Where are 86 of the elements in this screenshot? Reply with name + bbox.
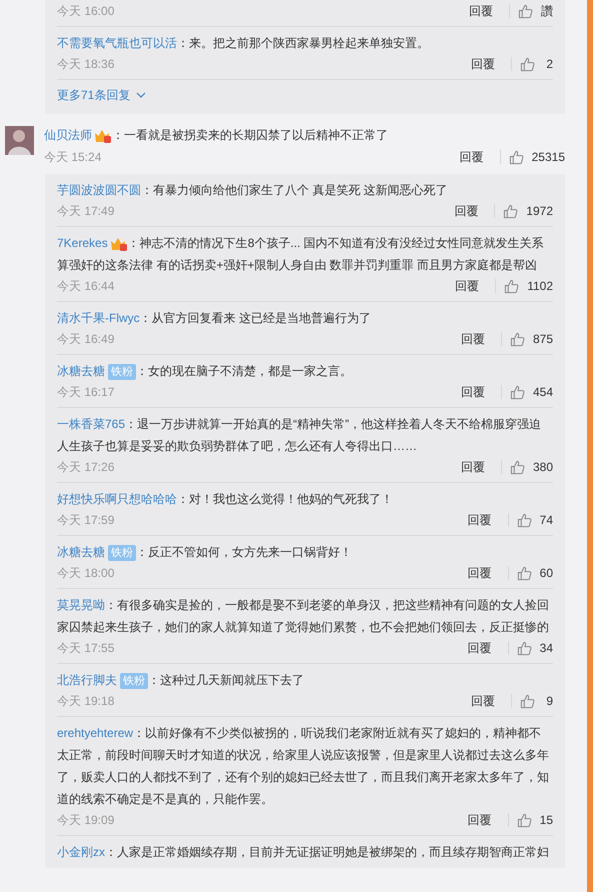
timestamp: 今天 16:49	[57, 331, 114, 348]
reply-text: 冰糖去糖 铁粉 ：女的现在脑子不清楚，都是一家之言。	[57, 362, 353, 382]
like-count: 74	[540, 512, 553, 529]
like-count: 讚	[541, 3, 553, 20]
reply-text: erehtyehterew：以前好像有不少类似被拐的，听说我们老家附近就有买了媳妇的，精神都不太正常，前段时间聊天时才知道的状况，给家里人说应该报警，但是家里人说都过去这么多年了，贩卖人口的人都找不到了，还有个别的媳妇已经去世了，而且我们离开老家太多年了，知道的线索不确定是不是真的，只能作罢。	[57, 725, 550, 808]
username-link[interactable]: 好想快乐啊只想哈哈哈	[57, 492, 177, 506]
username-link[interactable]: 一株香菜765	[57, 417, 126, 431]
timestamp: 今天 15:24	[44, 149, 102, 166]
like-count: 34	[540, 640, 553, 657]
reply-link[interactable]: 回覆	[468, 638, 500, 658]
vip-crown-icon	[110, 236, 128, 252]
thumbs-up-icon[interactable]	[520, 56, 535, 72]
like-count: 15	[540, 812, 553, 829]
reply-link[interactable]: 回覆	[471, 691, 503, 711]
thumbs-up-icon[interactable]	[503, 204, 518, 218]
like-count: 2	[545, 56, 553, 73]
timestamp: 今天 19:18	[57, 693, 114, 710]
username-link[interactable]: 7Kerekes	[57, 236, 108, 250]
reply-link[interactable]: 回覆	[454, 201, 486, 221]
username-link[interactable]: erehtyehterew	[57, 726, 134, 740]
thumbs-up-icon[interactable]	[516, 812, 532, 828]
reply-link[interactable]: 回覆	[468, 810, 500, 830]
thumbs-up-icon[interactable]	[516, 640, 532, 656]
thumbs-up-icon[interactable]	[516, 566, 532, 580]
like-count: 9	[545, 693, 553, 710]
reply-text: 小金刚zx：人家是正常婚姻续存期，目前并无证据证明她是被绑架的，而且续存期智商正常妇	[57, 844, 550, 861]
timestamp: 今天 18:36	[57, 56, 114, 73]
username-link[interactable]: 清水千果-Flwyc	[57, 311, 140, 325]
thumbs-up-icon[interactable]	[504, 278, 520, 294]
reply-text: 7Kerekes ：神志不清的情况下生8个孩子... 国内不知道有没有没经过女性同意就发生关系算强奸的这条法律 有的话拐卖+强奸+限制人身自由 数罪并罚判重罪 而且男方家庭都是帮凶	[57, 234, 545, 274]
like-count: 1102	[527, 278, 553, 295]
timestamp: 今天 17:59	[57, 512, 114, 529]
thumbs-up-icon[interactable]	[518, 4, 533, 18]
reply-link[interactable]: 回覆	[460, 457, 493, 477]
thumbs-up-icon[interactable]	[508, 150, 524, 164]
like-count: 454	[532, 384, 553, 401]
reply-link[interactable]: 回覆	[471, 54, 503, 74]
timestamp: 今天 18:00	[57, 565, 114, 582]
reply-link[interactable]: 回覆	[460, 382, 493, 402]
more-replies-link[interactable]: 更多71条回复	[57, 86, 146, 104]
timestamp: 今天 16:44	[57, 278, 114, 295]
fan-badge: 铁粉	[120, 672, 148, 689]
reply-link[interactable]: 回覆	[469, 1, 501, 21]
reply-link[interactable]: 回覆	[468, 510, 500, 530]
username-link[interactable]: 不需要氧气瓶也可以活	[57, 36, 177, 50]
thumbs-up-icon[interactable]	[510, 460, 525, 474]
timestamp: 今天 17:49	[57, 203, 114, 220]
thumbs-up-icon[interactable]	[520, 694, 535, 708]
timestamp: 今天 16:00	[57, 3, 114, 20]
username-link[interactable]: 小金刚zx	[57, 845, 105, 859]
username-link[interactable]: 北浩行脚夫	[57, 673, 117, 687]
comment-text: 仙贝法师 ：一看就是被拐卖来的长期囚禁了以后精神不正常了	[44, 126, 389, 146]
thumbs-up-icon[interactable]	[510, 384, 525, 400]
chevron-down-icon	[136, 92, 146, 98]
username-link[interactable]: 芋圆波波圆不圆	[57, 183, 141, 197]
reply-link[interactable]: 回覆	[468, 563, 500, 583]
reply-text: 北浩行脚夫 铁粉 ：这种过几天新闻就压下去了	[57, 672, 305, 691]
reply-text: 清水千果-Flwyc：从官方回复看来 这已经是当地普遍行为了	[57, 310, 372, 327]
like-count: 380	[532, 459, 553, 476]
like-count: 1972	[526, 203, 553, 220]
reply-text: 好想快乐啊只想哈哈哈：对！我也这么觉得！他妈的气死我了！	[57, 491, 394, 508]
username-link[interactable]: 仙贝法师	[44, 128, 92, 142]
reply-link[interactable]: 回覆	[460, 146, 492, 168]
timestamp: 今天 17:26	[57, 459, 114, 476]
timestamp: 今天 16:17	[57, 384, 114, 401]
username-link[interactable]: 冰糖去糖	[57, 364, 105, 378]
reply-text: 不需要氧气瓶也可以活：来。把之前那个陕西家暴男栓起来单独安置。	[57, 35, 430, 52]
like-count: 25315	[532, 149, 565, 166]
like-count: 875	[532, 331, 553, 348]
reply-link[interactable]: 回覆	[455, 276, 488, 296]
reply-text: 一株香菜765：退一万步讲就算一开始真的是“精神失常”，他这样拴着人冬天不给棉服穿强迫人生孩子也算是妥妥的欺负弱势群体了吧，怎么还有人夸得出口……	[57, 416, 542, 455]
username-link[interactable]: 莫晃晃呦	[57, 598, 105, 612]
reply-text: 莫晃晃呦：有很多确实是捡的，一般都是娶不到老婆的单身汉，把这些精神有问题的女人捡回家囚禁起来生孩子，她们的家人就算知道了觉得她们累赘，也不会把她们领回去，反正挺惨的	[57, 597, 550, 636]
avatar[interactable]	[5, 126, 34, 155]
thumbs-up-icon[interactable]	[510, 332, 525, 346]
reply-text: 冰糖去糖 铁粉 ：反正不管如何，女方先来一口锅背好！	[57, 544, 353, 563]
reply-text: 芋圆波波圆不圆：有暴力倾向给他们家生了八个 真是笑死 这新闻恶心死了	[57, 182, 449, 199]
timestamp: 今天 19:09	[57, 812, 114, 829]
vip-crown-icon	[94, 128, 112, 144]
reply-link[interactable]: 回覆	[460, 329, 493, 349]
username-link[interactable]: 冰糖去糖	[57, 545, 105, 559]
like-count: 60	[540, 565, 553, 582]
fan-badge: 铁粉	[108, 364, 136, 380]
fan-badge: 铁粉	[108, 544, 136, 561]
timestamp: 今天 17:55	[57, 640, 114, 657]
thumbs-up-icon[interactable]	[516, 512, 532, 528]
